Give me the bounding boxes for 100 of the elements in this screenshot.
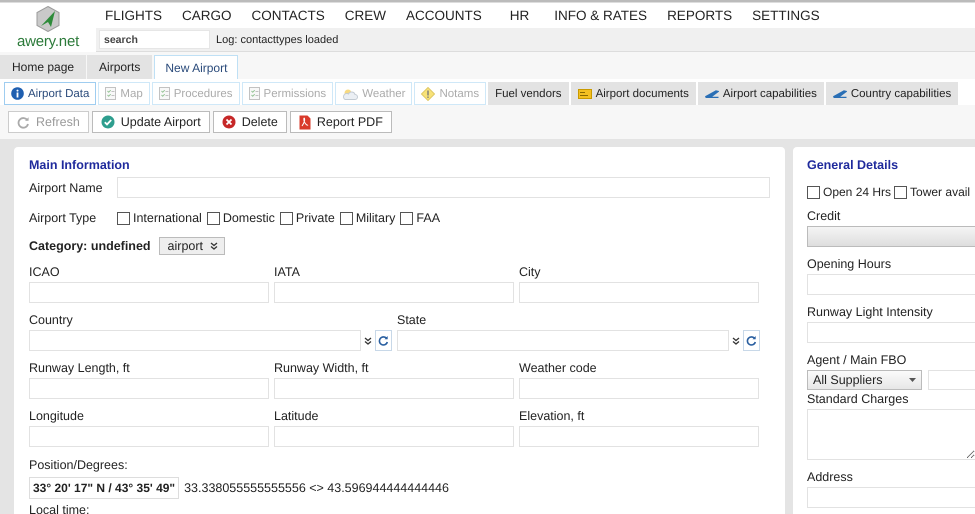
- refresh-icon: [378, 334, 389, 346]
- checklist-icon: [105, 87, 116, 100]
- nav-menu-item[interactable]: CREW: [344, 8, 386, 23]
- plane-icon: [832, 89, 847, 98]
- field-label: IATA: [274, 265, 301, 279]
- input-field[interactable]: [274, 378, 514, 399]
- nav-menu-item[interactable]: REPORTS: [667, 8, 732, 23]
- checkbox[interactable]: [400, 212, 414, 224]
- checkbox-label: Tower avail: [910, 185, 970, 199]
- checkbox[interactable]: [894, 186, 908, 198]
- field-label: State: [397, 313, 428, 327]
- field-label: Runway Light Intensity: [807, 305, 934, 319]
- input-field[interactable]: [519, 426, 759, 447]
- combo-field[interactable]: [29, 330, 361, 351]
- input-field[interactable]: [274, 282, 514, 303]
- checkbox[interactable]: [280, 212, 293, 224]
- field-label: Agent / Main FBO: [807, 353, 908, 367]
- checkbox-label: International: [133, 211, 202, 225]
- checkbox[interactable]: [117, 212, 130, 224]
- text-area[interactable]: [807, 409, 975, 460]
- field-label: Longitude: [29, 409, 85, 423]
- double-chevron-icon: [364, 336, 372, 344]
- field-label: City: [519, 265, 542, 279]
- checkbox[interactable]: [340, 212, 353, 224]
- nav-menu-item[interactable]: CARGO: [182, 8, 232, 23]
- category-select[interactable]: airport: [158, 237, 225, 255]
- checkbox-label: Private: [296, 211, 335, 225]
- double-chevron-icon: [210, 242, 218, 250]
- page-tab[interactable]: New Airport: [154, 55, 238, 79]
- input-field[interactable]: [29, 378, 269, 399]
- field-label: Country: [29, 313, 74, 327]
- input-field[interactable]: [29, 282, 269, 303]
- nav-menu-item[interactable]: CONTACTS: [252, 8, 325, 23]
- cloud-sun-icon: [342, 88, 358, 100]
- logo-icon: [36, 6, 60, 32]
- section-title: Main Information: [29, 158, 130, 172]
- nav-menu-item[interactable]: ACCOUNTS: [406, 8, 482, 23]
- toolbar-button[interactable]: Update Airport: [92, 111, 210, 133]
- field-label: Credit: [807, 209, 842, 223]
- card-icon: [578, 88, 592, 98]
- field-label: Latitude: [274, 409, 320, 423]
- field-label: Airport Name: [29, 180, 104, 194]
- checkbox[interactable]: [206, 212, 220, 224]
- plane-icon: [704, 89, 719, 98]
- input-field[interactable]: [928, 370, 975, 390]
- field-label: Address: [807, 470, 854, 484]
- section-tab[interactable]: Fuel vendors: [488, 82, 569, 105]
- refresh-button[interactable]: [375, 330, 392, 351]
- input-field[interactable]: [807, 487, 975, 508]
- toolbar-button[interactable]: Delete: [212, 111, 287, 133]
- field-label: Runway Width, ft: [274, 361, 370, 375]
- field-label: Opening Hours: [807, 257, 892, 271]
- category-label: Category: undefined: [29, 239, 151, 253]
- section-tab[interactable]: Country capabilities: [826, 82, 958, 105]
- toolbar-button[interactable]: Report PDF: [290, 111, 392, 133]
- pdf-icon: [298, 114, 311, 130]
- refresh-icon: [17, 116, 30, 128]
- page-tab[interactable]: Airports: [87, 55, 152, 79]
- nav-menu-item[interactable]: SETTINGS: [752, 8, 820, 23]
- refresh-button[interactable]: [743, 330, 760, 351]
- page-tab[interactable]: Home page: [0, 55, 86, 79]
- checkbox-label: FAA: [416, 211, 440, 225]
- nav-menu-item[interactable]: FLIGHTS: [105, 8, 162, 23]
- input-field[interactable]: [519, 282, 759, 303]
- logo-text: awery.net: [16, 33, 80, 50]
- field-label: Airport Type: [29, 211, 98, 225]
- nav-menu-item[interactable]: INFO & RATES: [554, 8, 648, 23]
- input-field[interactable]: [29, 426, 269, 447]
- field-label: Weather code: [519, 361, 598, 375]
- search-field[interactable]: search: [99, 30, 210, 49]
- field-label: Position/Degrees:: [29, 458, 129, 472]
- section-tab[interactable]: Airport Data: [4, 82, 96, 105]
- input-field[interactable]: [519, 378, 759, 399]
- refresh-icon: [746, 334, 757, 346]
- checkbox[interactable]: [807, 186, 820, 198]
- checklist-icon: [158, 87, 170, 100]
- field-label: ICAO: [29, 265, 61, 279]
- position-value: 33° 20' 17" N / 43° 35' 49": [29, 477, 180, 499]
- supplier-select[interactable]: All Suppliers: [807, 370, 922, 390]
- input-field[interactable]: [807, 322, 975, 343]
- input-field[interactable]: [807, 274, 975, 295]
- info-icon: [11, 87, 24, 100]
- checkbox-label: Military: [356, 211, 396, 225]
- credit-field[interactable]: [807, 226, 975, 247]
- decimal-coordinates: 33.338055555555556 <> 43.596944444444446: [184, 481, 449, 495]
- field-label: Runway Length, ft: [29, 361, 131, 375]
- delete-icon: [222, 115, 236, 129]
- checkbox-label: Open 24 Hrs: [823, 185, 892, 199]
- section-tab[interactable]: Airport documents: [570, 82, 696, 105]
- input-field[interactable]: [117, 177, 770, 198]
- combo-field[interactable]: [397, 330, 729, 351]
- field-label: Local time:: [29, 503, 90, 514]
- double-chevron-icon: [732, 336, 740, 344]
- check-circle-icon: [100, 115, 115, 129]
- input-field[interactable]: [274, 426, 514, 447]
- section-tab[interactable]: Airport capabilities: [698, 82, 824, 105]
- warning-icon: [421, 86, 436, 100]
- checkbox-label: Domestic: [222, 211, 275, 225]
- field-label: Standard Charges: [807, 392, 910, 406]
- nav-menu-item[interactable]: HR: [510, 8, 530, 23]
